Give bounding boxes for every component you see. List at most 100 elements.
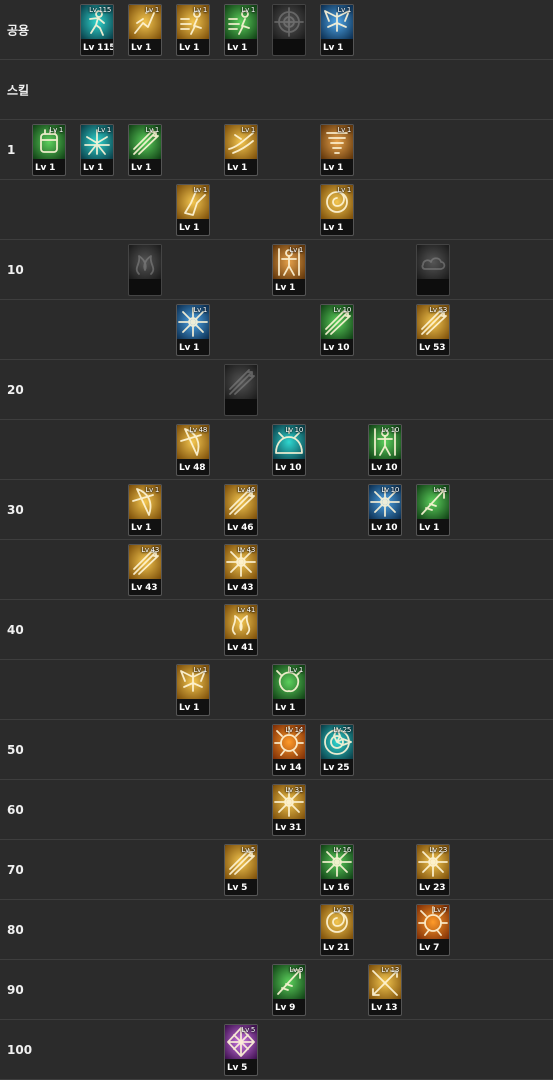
skill-slot[interactable]: Lv 1 Lv 1 <box>320 184 354 236</box>
tier-label: 100 <box>7 1042 33 1057</box>
skill-slot[interactable]: Lv 1 Lv 1 <box>128 4 162 56</box>
tier-label: 20 <box>7 382 24 397</box>
skill-level: Lv 1 <box>179 343 200 353</box>
skill-slot[interactable] <box>272 4 306 56</box>
skill-slot[interactable]: Lv 31 Lv 31 <box>272 784 306 836</box>
skill-slot[interactable]: Lv 9 Lv 9 <box>272 964 306 1016</box>
skill-level: Lv 1 <box>323 43 344 53</box>
skill-level: Lv 13 <box>371 1003 398 1013</box>
skill-slot[interactable]: Lv 1 Lv 1 <box>320 4 354 56</box>
skill-slot[interactable]: Lv 1 Lv 1 <box>176 304 210 356</box>
skill-slot[interactable]: Lv 10 Lv 10 <box>272 424 306 476</box>
tier-row: 60 Lv 31 Lv 31 <box>0 780 553 840</box>
skill-level-tag: Lv 5 <box>241 1026 255 1034</box>
tier-row: 70 Lv 5 Lv 5 Lv 16 Lv 16 Lv 23 Lv 23 <box>0 840 553 900</box>
skill-slot[interactable]: Lv 1 Lv 1 <box>272 664 306 716</box>
skill-slot[interactable]: Lv 1 Lv 1 <box>416 484 450 536</box>
skill-level-tag: Lv 13 <box>381 966 399 974</box>
skill-slot[interactable]: Lv 10 Lv 10 <box>368 484 402 536</box>
skill-level-tag: Lv 21 <box>333 906 351 914</box>
skill-level-tag: Lv 1 <box>193 186 207 194</box>
skill-slot[interactable]: Lv 1 Lv 1 <box>128 484 162 536</box>
skill-slot[interactable]: Lv 41 Lv 41 <box>224 604 258 656</box>
skill-level-tag: Lv 31 <box>285 786 303 794</box>
skill-level-tag: Lv 14 <box>285 726 303 734</box>
skill-slot[interactable] <box>416 244 450 296</box>
skill-slot[interactable]: Lv 1 Lv 1 <box>176 664 210 716</box>
skill-level: Lv 1 <box>179 43 200 53</box>
skill-slot[interactable]: Lv 46 Lv 46 <box>224 484 258 536</box>
skill-level-tag: Lv 10 <box>381 426 399 434</box>
skill-slot[interactable]: Lv 25 Lv 25 <box>320 724 354 776</box>
skill-slot[interactable]: Lv 21 Lv 21 <box>320 904 354 956</box>
tier-label: 50 <box>7 742 24 757</box>
tier-row: Lv 1 Lv 1 Lv 10 Lv 10 Lv 53 Lv 53 <box>0 300 553 360</box>
tier-row: 50 Lv 14 Lv 14 Lv 25 Lv 25 <box>0 720 553 780</box>
skill-slot[interactable]: Lv 43 Lv 43 <box>128 544 162 596</box>
skill-level-tag: Lv 10 <box>333 306 351 314</box>
skill-slot[interactable]: Lv 1 Lv 1 <box>224 124 258 176</box>
skill-level: Lv 46 <box>227 523 254 533</box>
tier-label: 80 <box>7 922 24 937</box>
skill-slot[interactable]: Lv 14 Lv 14 <box>272 724 306 776</box>
skill-level-tag: Lv 1 <box>145 6 159 14</box>
skill-level-tag: Lv 1 <box>337 126 351 134</box>
skill-level: Lv 9 <box>275 1003 296 1013</box>
skill-slot[interactable]: Lv 1 Lv 1 <box>128 124 162 176</box>
tier-label: 30 <box>7 502 24 517</box>
skill-slot[interactable]: Lv 10 Lv 10 <box>320 304 354 356</box>
skill-level: Lv 23 <box>419 883 446 893</box>
skill-slot[interactable]: Lv 5 Lv 5 <box>224 1024 258 1076</box>
tier-row: 80 Lv 21 Lv 21 Lv 7 Lv 7 <box>0 900 553 960</box>
skill-level: Lv 31 <box>275 823 302 833</box>
skill-slot[interactable]: Lv 48 Lv 48 <box>176 424 210 476</box>
skill-level: Lv 1 <box>419 523 440 533</box>
skill-level: Lv 10 <box>275 463 302 473</box>
tier-row: 스킬 <box>0 60 553 120</box>
tier-row: 1 Lv 1 Lv 1 Lv 1 Lv 1 Lv 1 Lv 1 Lv 1 Lv 1 Lv 1 Lv … <box>0 120 553 180</box>
skill-slot[interactable]: Lv 43 Lv 43 <box>224 544 258 596</box>
skill-level: Lv 1 <box>323 223 344 233</box>
tier-row: Lv 43 Lv 43 Lv 43 Lv 43 <box>0 540 553 600</box>
skill-level: Lv 21 <box>323 943 350 953</box>
skill-slot[interactable]: Lv 1 Lv 1 <box>272 244 306 296</box>
skill-level: Lv 1 <box>227 163 248 173</box>
skill-level: Lv 1 <box>179 223 200 233</box>
tier-row: Lv 1 Lv 1 Lv 1 Lv 1 <box>0 660 553 720</box>
tier-label: 40 <box>7 622 24 637</box>
skill-level: Lv 5 <box>227 883 248 893</box>
skill-level: Lv 1 <box>131 43 152 53</box>
skill-level: Lv 1 <box>323 163 344 173</box>
skill-slot[interactable]: Lv 115 Lv 115 <box>80 4 114 56</box>
skill-slot[interactable]: Lv 10 Lv 10 <box>368 424 402 476</box>
skill-slot[interactable] <box>224 364 258 416</box>
tier-row: 100 Lv 5 Lv 5 <box>0 1020 553 1080</box>
skill-slot[interactable]: Lv 1 Lv 1 <box>320 124 354 176</box>
skill-level-tag: Lv 1 <box>337 186 351 194</box>
skill-slot[interactable]: Lv 13 Lv 13 <box>368 964 402 1016</box>
skill-slot[interactable]: Lv 5 Lv 5 <box>224 844 258 896</box>
skill-level: Lv 41 <box>227 643 254 653</box>
skill-slot[interactable]: Lv 7 Lv 7 <box>416 904 450 956</box>
skill-slot[interactable]: Lv 23 Lv 23 <box>416 844 450 896</box>
skill-level-tag: Lv 1 <box>193 666 207 674</box>
skill-slot[interactable]: Lv 1 Lv 1 <box>224 4 258 56</box>
skill-level: Lv 25 <box>323 763 350 773</box>
skill-slot[interactable]: Lv 16 Lv 16 <box>320 844 354 896</box>
skill-slot[interactable]: Lv 1 Lv 1 <box>80 124 114 176</box>
skill-level: Lv 48 <box>179 463 206 473</box>
tier-label: 1 <box>7 142 16 157</box>
skill-slot[interactable]: Lv 1 Lv 1 <box>32 124 66 176</box>
skill-level-tag: Lv 1 <box>241 126 255 134</box>
tier-label: 90 <box>7 982 24 997</box>
skill-level-tag: Lv 5 <box>241 846 255 854</box>
skill-level: Lv 10 <box>371 523 398 533</box>
skill-slot[interactable] <box>128 244 162 296</box>
skill-slot[interactable]: Lv 1 Lv 1 <box>176 4 210 56</box>
skill-slot[interactable]: Lv 53 Lv 53 <box>416 304 450 356</box>
flame-icon <box>129 245 161 279</box>
skill-level-tag: Lv 1 <box>337 6 351 14</box>
skill-slot[interactable]: Lv 1 Lv 1 <box>176 184 210 236</box>
tier-label: 스킬 <box>7 83 30 97</box>
tier-row: 공용 Lv 115 Lv 115 Lv 1 Lv 1 Lv 1 Lv 1 Lv 1 Lv 1 Lv… <box>0 0 553 60</box>
